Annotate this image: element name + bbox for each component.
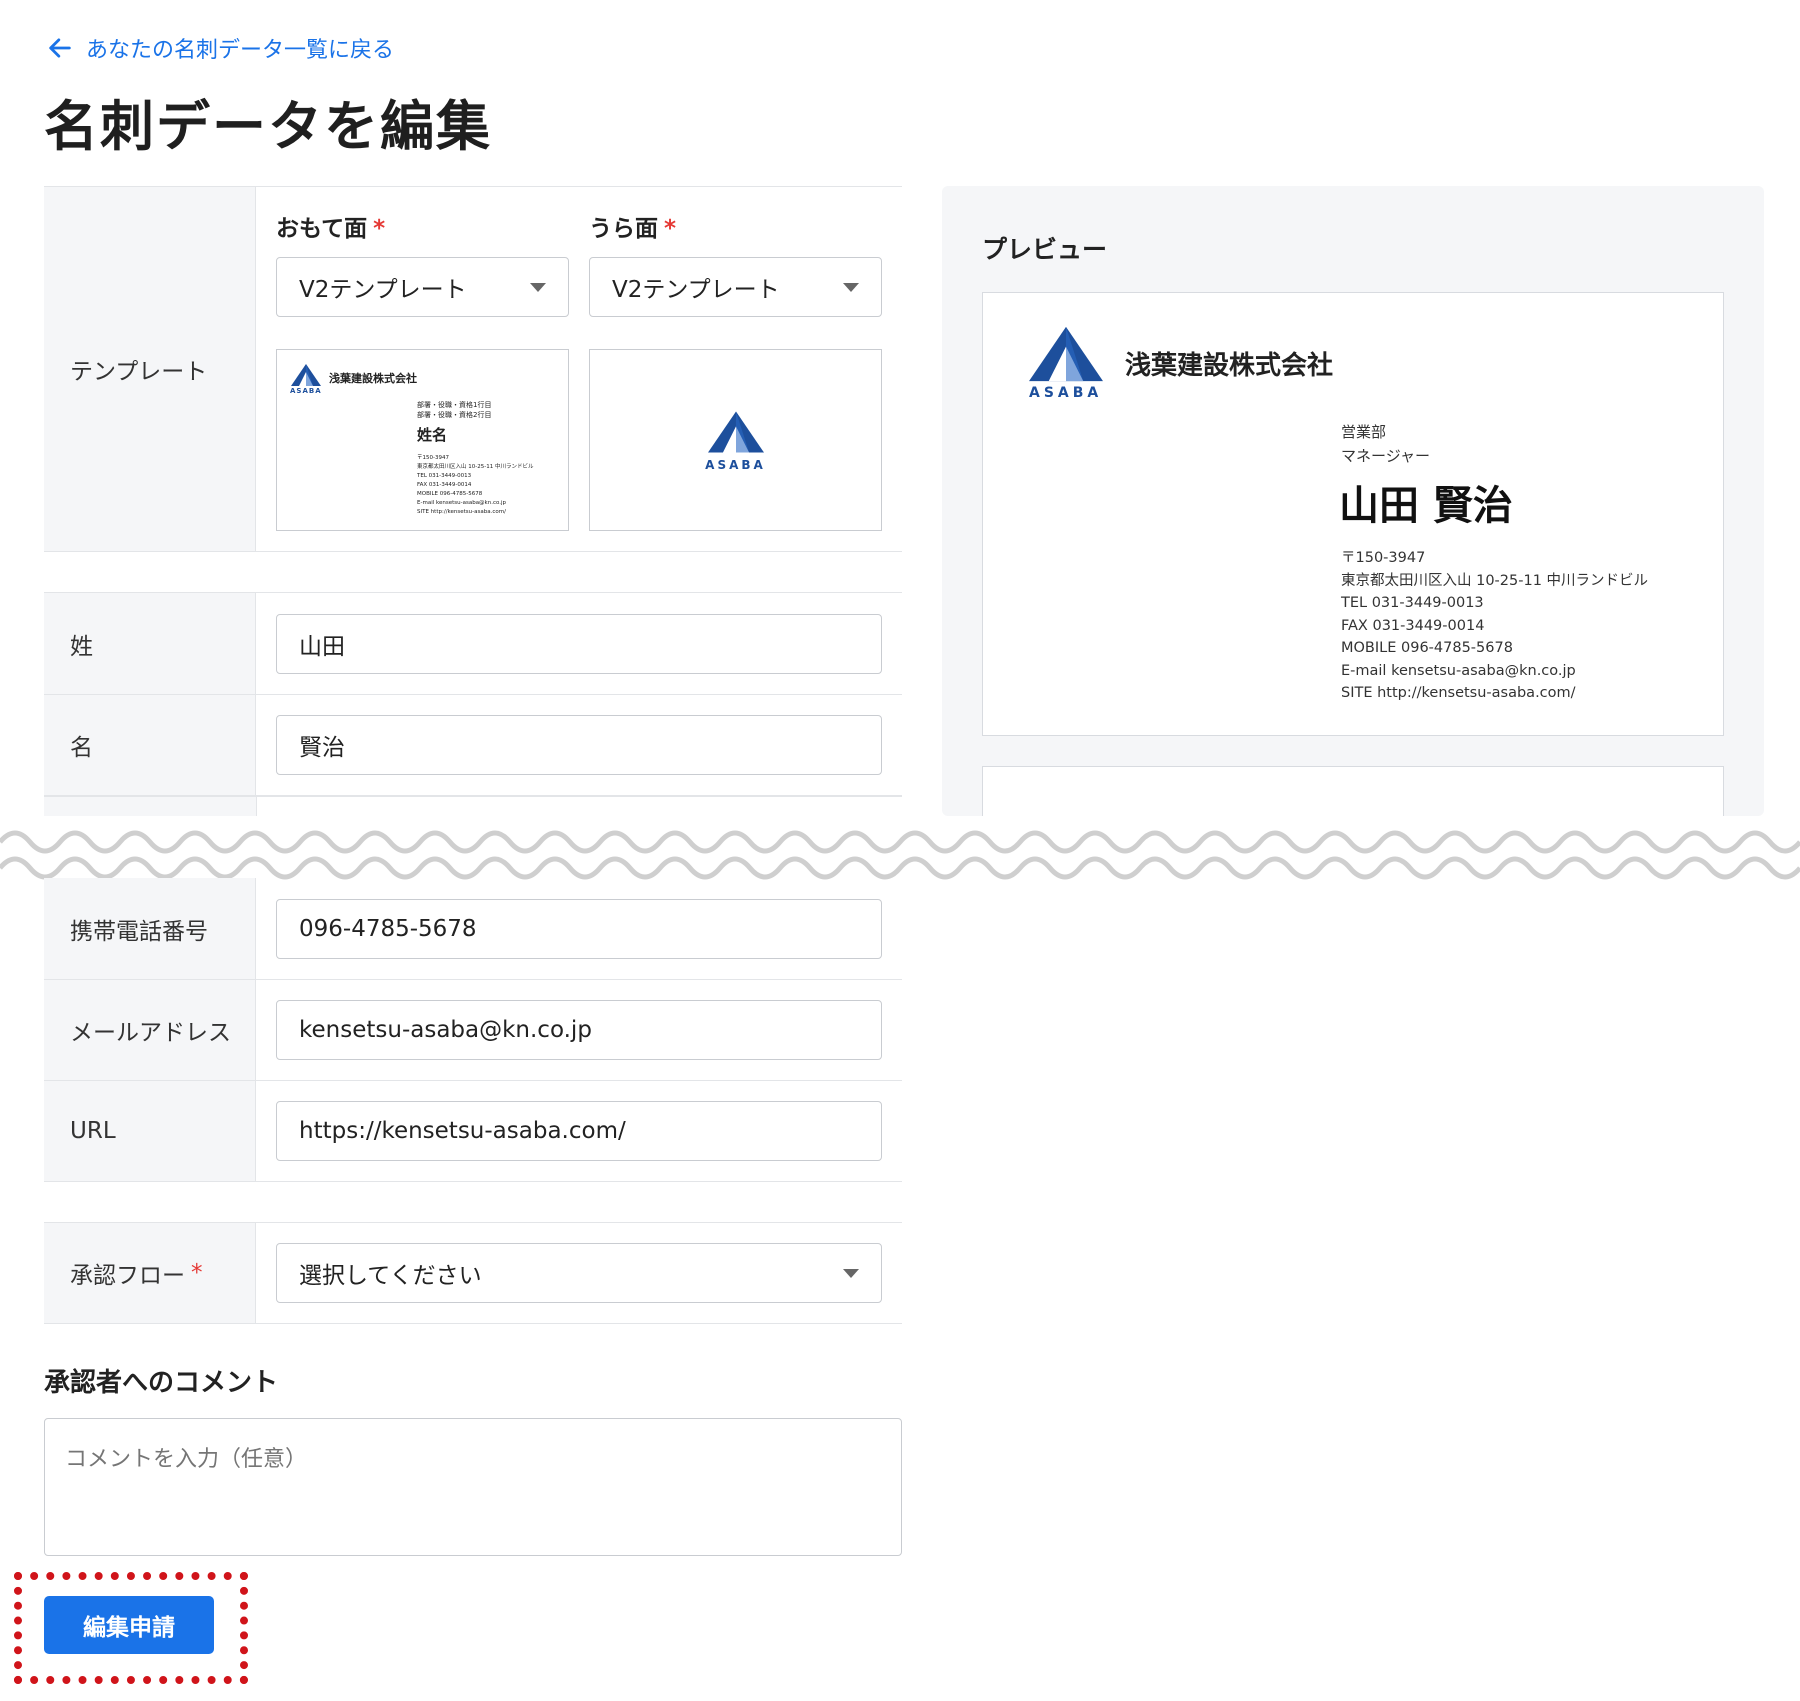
arrow-left-icon <box>49 38 71 58</box>
template-row: テンプレート おもて面 * V2テンプレート ASABA 浅葉建設株式会社 部署・… <box>44 186 902 552</box>
preview-logo-text: ASABA <box>1029 385 1103 401</box>
first-name-label: 名 <box>44 695 256 795</box>
preview-company: 浅葉建設株式会社 <box>1125 351 1334 381</box>
preview-title: プレビュー <box>982 235 1108 264</box>
back-template-select[interactable]: V2テンプレート <box>589 257 882 317</box>
asaba-logo-icon <box>291 364 321 386</box>
mobile-row: 携帯電話番号 096-4785-5678 <box>44 878 902 980</box>
template-label: テンプレート <box>44 187 256 551</box>
email-row: メールアドレス kensetsu-asaba@kn.co.jp <box>44 979 902 1081</box>
thumb-dept-line2: 部署・役職・資格2行目 <box>417 411 492 419</box>
front-side-heading: おもて面 * <box>276 216 386 242</box>
submit-edit-request-button[interactable]: 編集申請 <box>44 1596 214 1654</box>
email-label: メールアドレス <box>44 980 256 1080</box>
thumb-logo-text: ASABA <box>290 387 322 395</box>
mobile-label: 携帯電話番号 <box>44 878 256 979</box>
front-template-thumbnail[interactable]: ASABA 浅葉建設株式会社 部署・役職・資格1行目 部署・役職・資格2行目 姓… <box>276 349 569 531</box>
preview-card-front: ASABA 浅葉建設株式会社 営業部 マネージャー 山田 賢治 〒150-394… <box>982 292 1724 736</box>
preview-role: マネージャー <box>1341 447 1430 465</box>
last-name-row: 姓 山田 <box>44 592 902 695</box>
page-title: 名刺データを編集 <box>44 95 492 158</box>
thumb-details: 〒150-3947 東京都太田川区入山 10-25-11 中川ランドビル TEL… <box>417 455 534 515</box>
chevron-down-icon <box>843 1268 859 1278</box>
back-link[interactable]: あなたの名刺データ一覧に戻る <box>46 32 394 64</box>
preview-details: 〒150-3947 東京都太田川区入山 10-25-11 中川ランドビル TEL… <box>1341 550 1649 701</box>
comment-label: 承認者へのコメント <box>44 1368 279 1398</box>
back-template-value: V2テンプレート <box>612 277 780 303</box>
comment-textarea[interactable] <box>44 1418 902 1556</box>
approval-flow-select[interactable]: 選択してください <box>276 1243 882 1303</box>
url-label: URL <box>44 1081 256 1181</box>
approval-flow-value: 選択してください <box>299 1263 482 1289</box>
thumb-company: 浅葉建設株式会社 <box>329 372 417 385</box>
first-name-input[interactable]: 賢治 <box>276 715 882 775</box>
url-row: URL https://kensetsu-asaba.com/ <box>44 1080 902 1182</box>
preview-name: 山田 賢治 <box>1339 483 1513 529</box>
mobile-input[interactable]: 096-4785-5678 <box>276 898 882 959</box>
approval-label: 承認フロー * <box>44 1223 256 1323</box>
asaba-logo-icon <box>708 411 764 453</box>
front-template-value: V2テンプレート <box>299 277 467 303</box>
back-logo-text: ASABA <box>705 458 766 472</box>
back-template-thumbnail[interactable]: ASABA <box>589 349 882 531</box>
thumb-name: 姓名 <box>417 426 448 444</box>
url-input[interactable]: https://kensetsu-asaba.com/ <box>276 1101 882 1161</box>
thumb-dept-line1: 部署・役職・資格1行目 <box>417 401 492 409</box>
approval-row: 承認フロー * 選択してください <box>44 1222 902 1324</box>
last-name-label: 姓 <box>44 593 256 694</box>
chevron-down-icon <box>843 282 859 292</box>
back-side-heading: うら面 * <box>589 216 677 242</box>
email-input[interactable]: kensetsu-asaba@kn.co.jp <box>276 1000 882 1060</box>
front-template-select[interactable]: V2テンプレート <box>276 257 569 317</box>
preview-card-back <box>982 766 1724 816</box>
last-name-input[interactable]: 山田 <box>276 613 882 674</box>
chevron-down-icon <box>530 282 546 292</box>
back-link-label: あなたの名刺データ一覧に戻る <box>86 38 395 63</box>
preview-dept: 営業部 <box>1341 423 1387 441</box>
first-name-row: 名 賢治 <box>44 694 902 796</box>
asaba-logo-icon <box>1029 326 1103 382</box>
preview-panel: プレビュー ASABA 浅葉建設株式会社 営業部 マネージャー 山田 賢治 〒1… <box>942 186 1764 816</box>
